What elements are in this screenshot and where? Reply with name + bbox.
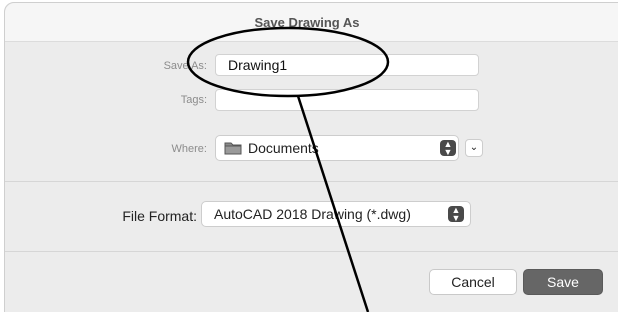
save-dialog: Save Drawing As Save As: Drawing1 Tags: … (4, 2, 618, 312)
where-label: Where: (171, 143, 207, 155)
folder-icon (224, 142, 242, 155)
screenshot-stage: Save Drawing As Save As: Drawing1 Tags: … (0, 0, 618, 312)
cancel-button[interactable]: Cancel (429, 269, 517, 295)
tags-label: Tags: (180, 94, 207, 106)
tags-input[interactable] (215, 89, 479, 111)
divider-bottom (5, 251, 618, 252)
where-value: Documents (248, 140, 319, 156)
save-button[interactable]: Save (523, 269, 603, 295)
file-format-label: File Format: (122, 208, 197, 224)
save-as-input[interactable]: Drawing1 (215, 54, 479, 76)
file-format-popup[interactable]: AutoCAD 2018 Drawing (*.dwg) ▲ ▼ (201, 201, 471, 227)
stepper-arrows-icon: ▲ ▼ (448, 206, 464, 223)
dialog-title: Save Drawing As (254, 15, 360, 30)
save-as-label: Save As: (163, 60, 207, 72)
stepper-arrows-icon: ▲ ▼ (440, 140, 456, 157)
divider-top (5, 181, 618, 182)
dialog-titlebar: Save Drawing As (5, 3, 618, 42)
file-format-value: AutoCAD 2018 Drawing (*.dwg) (214, 206, 411, 222)
chevron-down-icon[interactable]: ⌄ (465, 139, 483, 157)
where-popup[interactable]: Documents ▲ ▼ (215, 135, 459, 161)
